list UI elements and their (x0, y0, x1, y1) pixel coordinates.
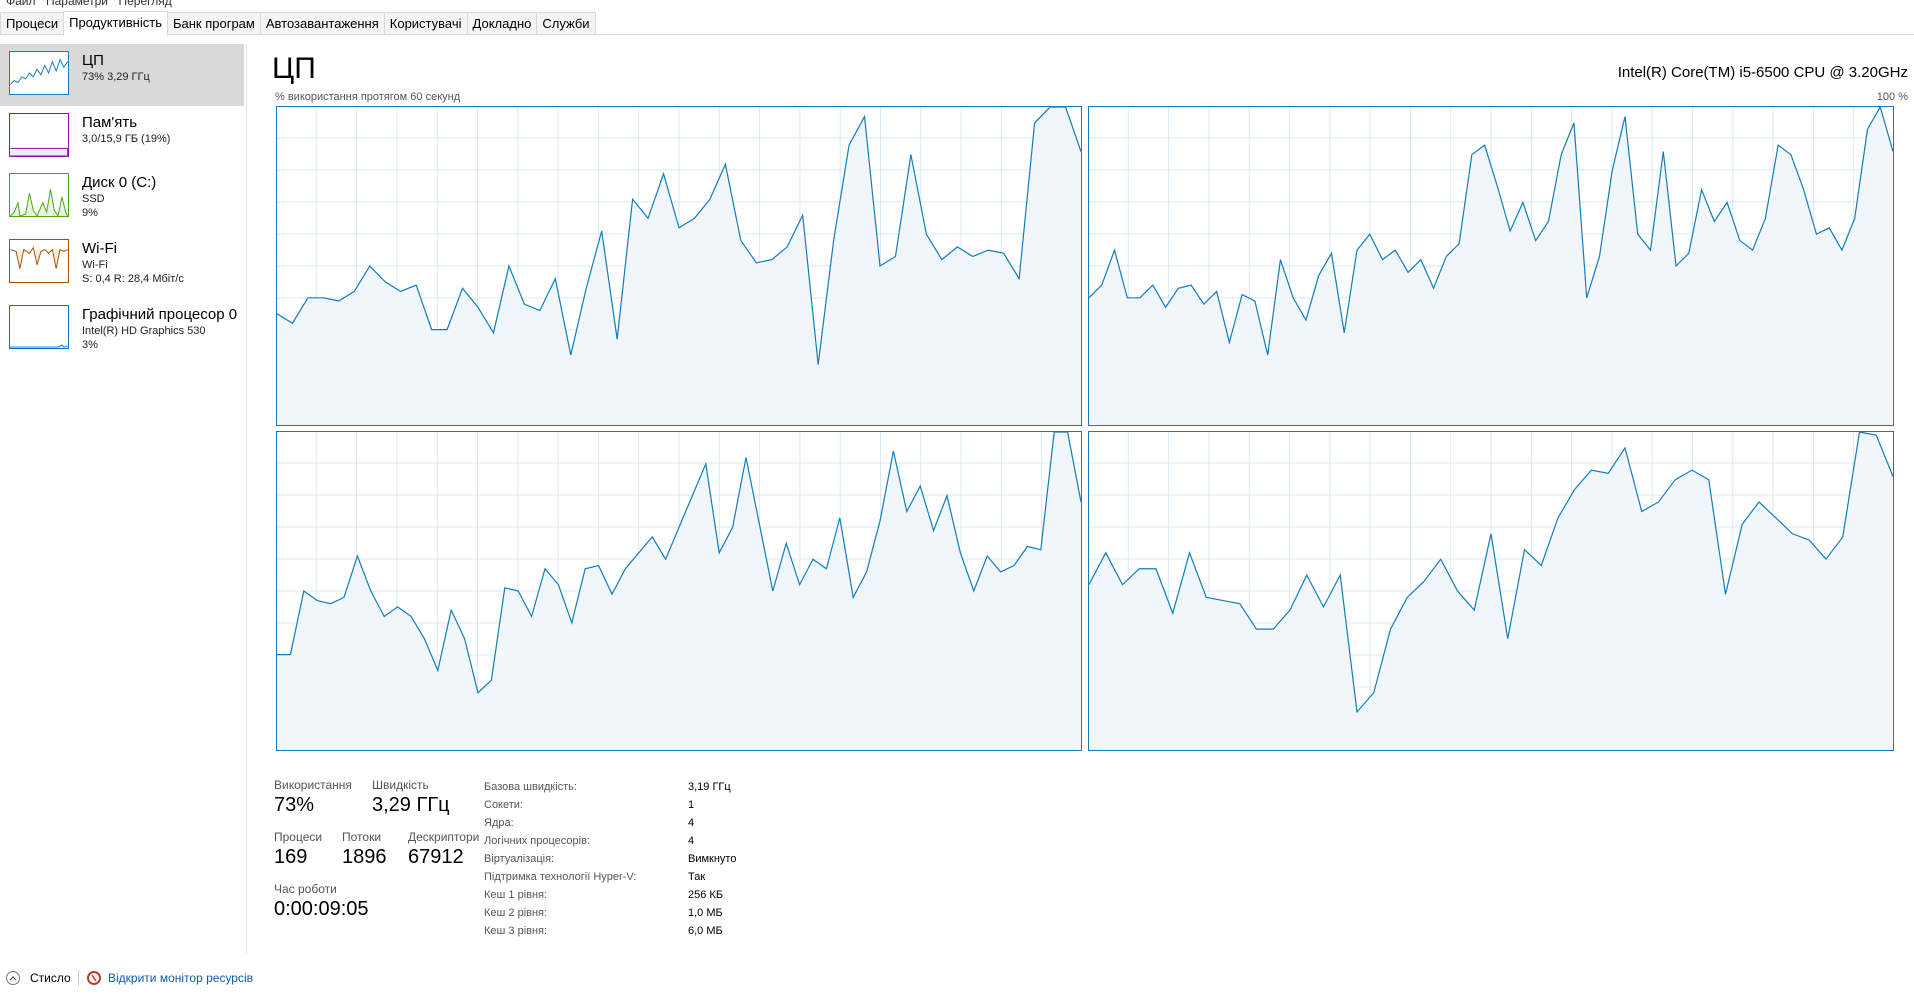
detail-value: Вимкнуто (688, 853, 737, 865)
sidebar-item-name: Wi-Fi (82, 240, 117, 257)
menu-options[interactable]: Параметри (46, 0, 108, 8)
sidebar-item-memory[interactable]: Пам'ять 3,0/15,9 ГБ (19%) (0, 106, 246, 166)
detail-value: Так (688, 871, 706, 883)
detail-label: Кеш 1 рівня: (484, 889, 548, 901)
core-graph-2 (276, 431, 1082, 751)
tab-details[interactable]: Докладно (466, 12, 538, 34)
sidebar-item-throughput: S: 0,4 R: 28,4 Мбіт/с (82, 273, 184, 285)
resource-monitor-icon[interactable] (87, 971, 101, 985)
sidebar-item-name: Графічний процесор 0 (82, 306, 238, 323)
fewer-details-link[interactable]: Стисло (30, 971, 71, 985)
open-resource-monitor-link[interactable]: Відкрити монітор ресурсів (108, 971, 253, 985)
utilization-label: Використання (274, 778, 352, 792)
disk-thumbnail (9, 173, 69, 217)
resource-sidebar: ЦП 73% 3,29 ГГц Пам'ять 3,0/15,9 ГБ (19%… (0, 44, 247, 954)
uptime-value: 0:00:09:05 (274, 898, 369, 920)
uptime-label: Час роботи (274, 882, 337, 896)
page-title: ЦП (272, 52, 316, 85)
core-graph-0 (276, 106, 1082, 426)
detail-value: 1 (688, 799, 695, 811)
tab-performance[interactable]: Продуктивність (63, 11, 168, 36)
detail-value: 4 (688, 835, 695, 847)
graph-caption: % використання протягом 60 секунд (275, 91, 461, 103)
sidebar-item-wifi[interactable]: Wi-Fi Wi-Fi S: 0,4 R: 28,4 Мбіт/с (0, 232, 246, 298)
cpu-stats: Використання 73% Швидкість 3,29 ГГц Проц… (274, 778, 1074, 978)
sidebar-item-cpu[interactable]: ЦП 73% 3,29 ГГц (0, 44, 244, 106)
sidebar-item-gpu[interactable]: Графічний процесор 0 Intel(R) HD Graphic… (0, 298, 246, 364)
detail-value: 3,19 ГГц (688, 781, 731, 793)
chevron-up-icon[interactable] (6, 971, 20, 985)
processes-value: 169 (274, 846, 308, 868)
speed-label: Швидкість (372, 778, 429, 792)
handles-value: 67912 (408, 846, 464, 868)
sidebar-item-name: Диск 0 (C:) (82, 174, 157, 191)
menu-file[interactable]: Файл (6, 0, 36, 8)
detail-label: Віртуалізація: (484, 853, 555, 865)
core-graph-3 (1088, 431, 1894, 751)
sidebar-item-percent: 9% (82, 207, 98, 219)
detail-value: 6,0 МБ (688, 925, 723, 937)
sidebar-item-detail: 73% 3,29 ГГц (82, 71, 150, 83)
footer-bar: Стисло Відкрити монітор ресурсів (0, 968, 400, 992)
detail-value: 256 КБ (688, 889, 724, 901)
sidebar-item-percent: 3% (82, 339, 98, 351)
speed-value: 3,29 ГГц (372, 794, 450, 816)
footer-divider (78, 970, 79, 986)
detail-label: Кеш 2 рівня: (484, 907, 548, 919)
sidebar-item-name: ЦП (82, 52, 104, 69)
detail-label: Підтримка технології Hyper-V: (484, 871, 637, 883)
detail-value: 1,0 МБ (688, 907, 723, 919)
tab-startup[interactable]: Автозавантаження (259, 12, 385, 34)
threads-label: Потоки (342, 830, 382, 844)
sidebar-item-detail: 3,0/15,9 ГБ (19%) (82, 133, 171, 145)
menu-view[interactable]: Перегляд (118, 0, 171, 8)
graph-max-label: 100 % (1876, 91, 1908, 103)
tab-services[interactable]: Служби (536, 12, 596, 34)
gpu-thumbnail (9, 305, 69, 349)
sidebar-item-detail: SSD (82, 193, 105, 205)
sidebar-item-detail: Intel(R) HD Graphics 530 (82, 325, 206, 337)
cpu-graphs (276, 106, 1904, 751)
core-graph-1 (1088, 106, 1894, 426)
cpu-model-name: Intel(R) Core(TM) i5-6500 CPU @ 3.20GHz (1617, 64, 1908, 81)
detail-label: Логічних процесорів: (484, 835, 590, 847)
detail-value: 4 (688, 817, 695, 829)
menu-bar: Файл Параметри Перегляд (0, 0, 1914, 8)
sidebar-item-disk[interactable]: Диск 0 (C:) SSD 9% (0, 166, 246, 232)
detail-label: Сокети: (484, 799, 523, 811)
threads-value: 1896 (342, 846, 387, 868)
detail-label: Базова швидкість: (484, 781, 577, 793)
cpu-thumbnail (9, 51, 69, 95)
sidebar-item-name: Пам'ять (82, 114, 138, 131)
wifi-thumbnail (9, 239, 69, 283)
utilization-value: 73% (274, 794, 315, 816)
sidebar-item-detail: Wi-Fi (82, 259, 108, 271)
detail-label: Ядра: (484, 817, 514, 829)
tab-users[interactable]: Користувачі (383, 12, 468, 34)
cpu-panel: ЦП Intel(R) Core(TM) i5-6500 CPU @ 3.20G… (260, 44, 1908, 954)
tab-app-history[interactable]: Банк програм (166, 12, 261, 34)
processes-label: Процеси (274, 830, 323, 844)
tab-processes[interactable]: Процеси (0, 12, 65, 34)
handles-label: Дескриптори (408, 830, 480, 844)
tab-bar: Процеси Продуктивність Банк програм Авто… (0, 11, 1914, 36)
detail-label: Кеш 3 рівня: (484, 925, 548, 937)
memory-thumbnail (9, 113, 69, 157)
